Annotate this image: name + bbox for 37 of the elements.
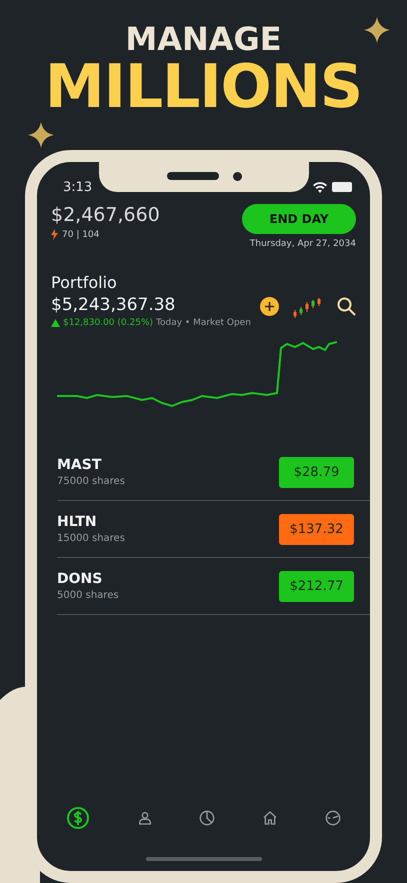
portfolio-value: $5,243,367.38 (51, 295, 176, 315)
home-icon (262, 810, 278, 826)
pie-chart-icon (199, 810, 216, 826)
sparkle-icon (28, 122, 54, 148)
share-count: 5000 shares (57, 590, 119, 601)
person-icon (136, 810, 153, 826)
add-icon[interactable] (260, 297, 279, 316)
speaker-icon (166, 172, 218, 180)
lightning-icon (51, 229, 58, 240)
tab-button[interactable] (197, 808, 218, 828)
cash-balance: $2,467,660 (51, 204, 160, 226)
gauge-icon (324, 810, 341, 826)
current-date: Thursday, Apr 27, 2034 (250, 239, 356, 249)
portfolio-title: Portfolio (51, 273, 117, 292)
headline: MILLIONS (44, 56, 362, 118)
price-tag[interactable]: $212.77 (279, 570, 354, 602)
headline: MANAGE (125, 22, 282, 56)
wifi-icon (313, 182, 327, 192)
portfolio-change: $12,830.00 (0.25%) (63, 318, 154, 328)
dollar-icon (66, 806, 90, 830)
candlestick-icon[interactable] (293, 296, 323, 318)
stock-symbol: MAST (57, 457, 102, 473)
search-icon[interactable] (337, 297, 356, 316)
battery-icon (332, 182, 352, 192)
price-tag[interactable]: $137.32 (279, 514, 354, 544)
stock-symbol: DONS (57, 571, 102, 587)
end-day-button[interactable]: END DAY (242, 204, 356, 234)
status-time: 3:13 (63, 180, 92, 194)
market-status: Today • Market Open (156, 318, 251, 328)
tab-button[interactable] (322, 808, 343, 828)
share-count: 75000 shares (57, 476, 125, 487)
camera-icon (232, 172, 242, 180)
price-tag[interactable]: $28.79 (279, 456, 354, 488)
sparkle-icon (364, 17, 390, 43)
energy-count: 70 | 104 (62, 230, 100, 240)
share-count: 15000 shares (57, 533, 125, 544)
stock-symbol: HLTN (57, 514, 97, 530)
